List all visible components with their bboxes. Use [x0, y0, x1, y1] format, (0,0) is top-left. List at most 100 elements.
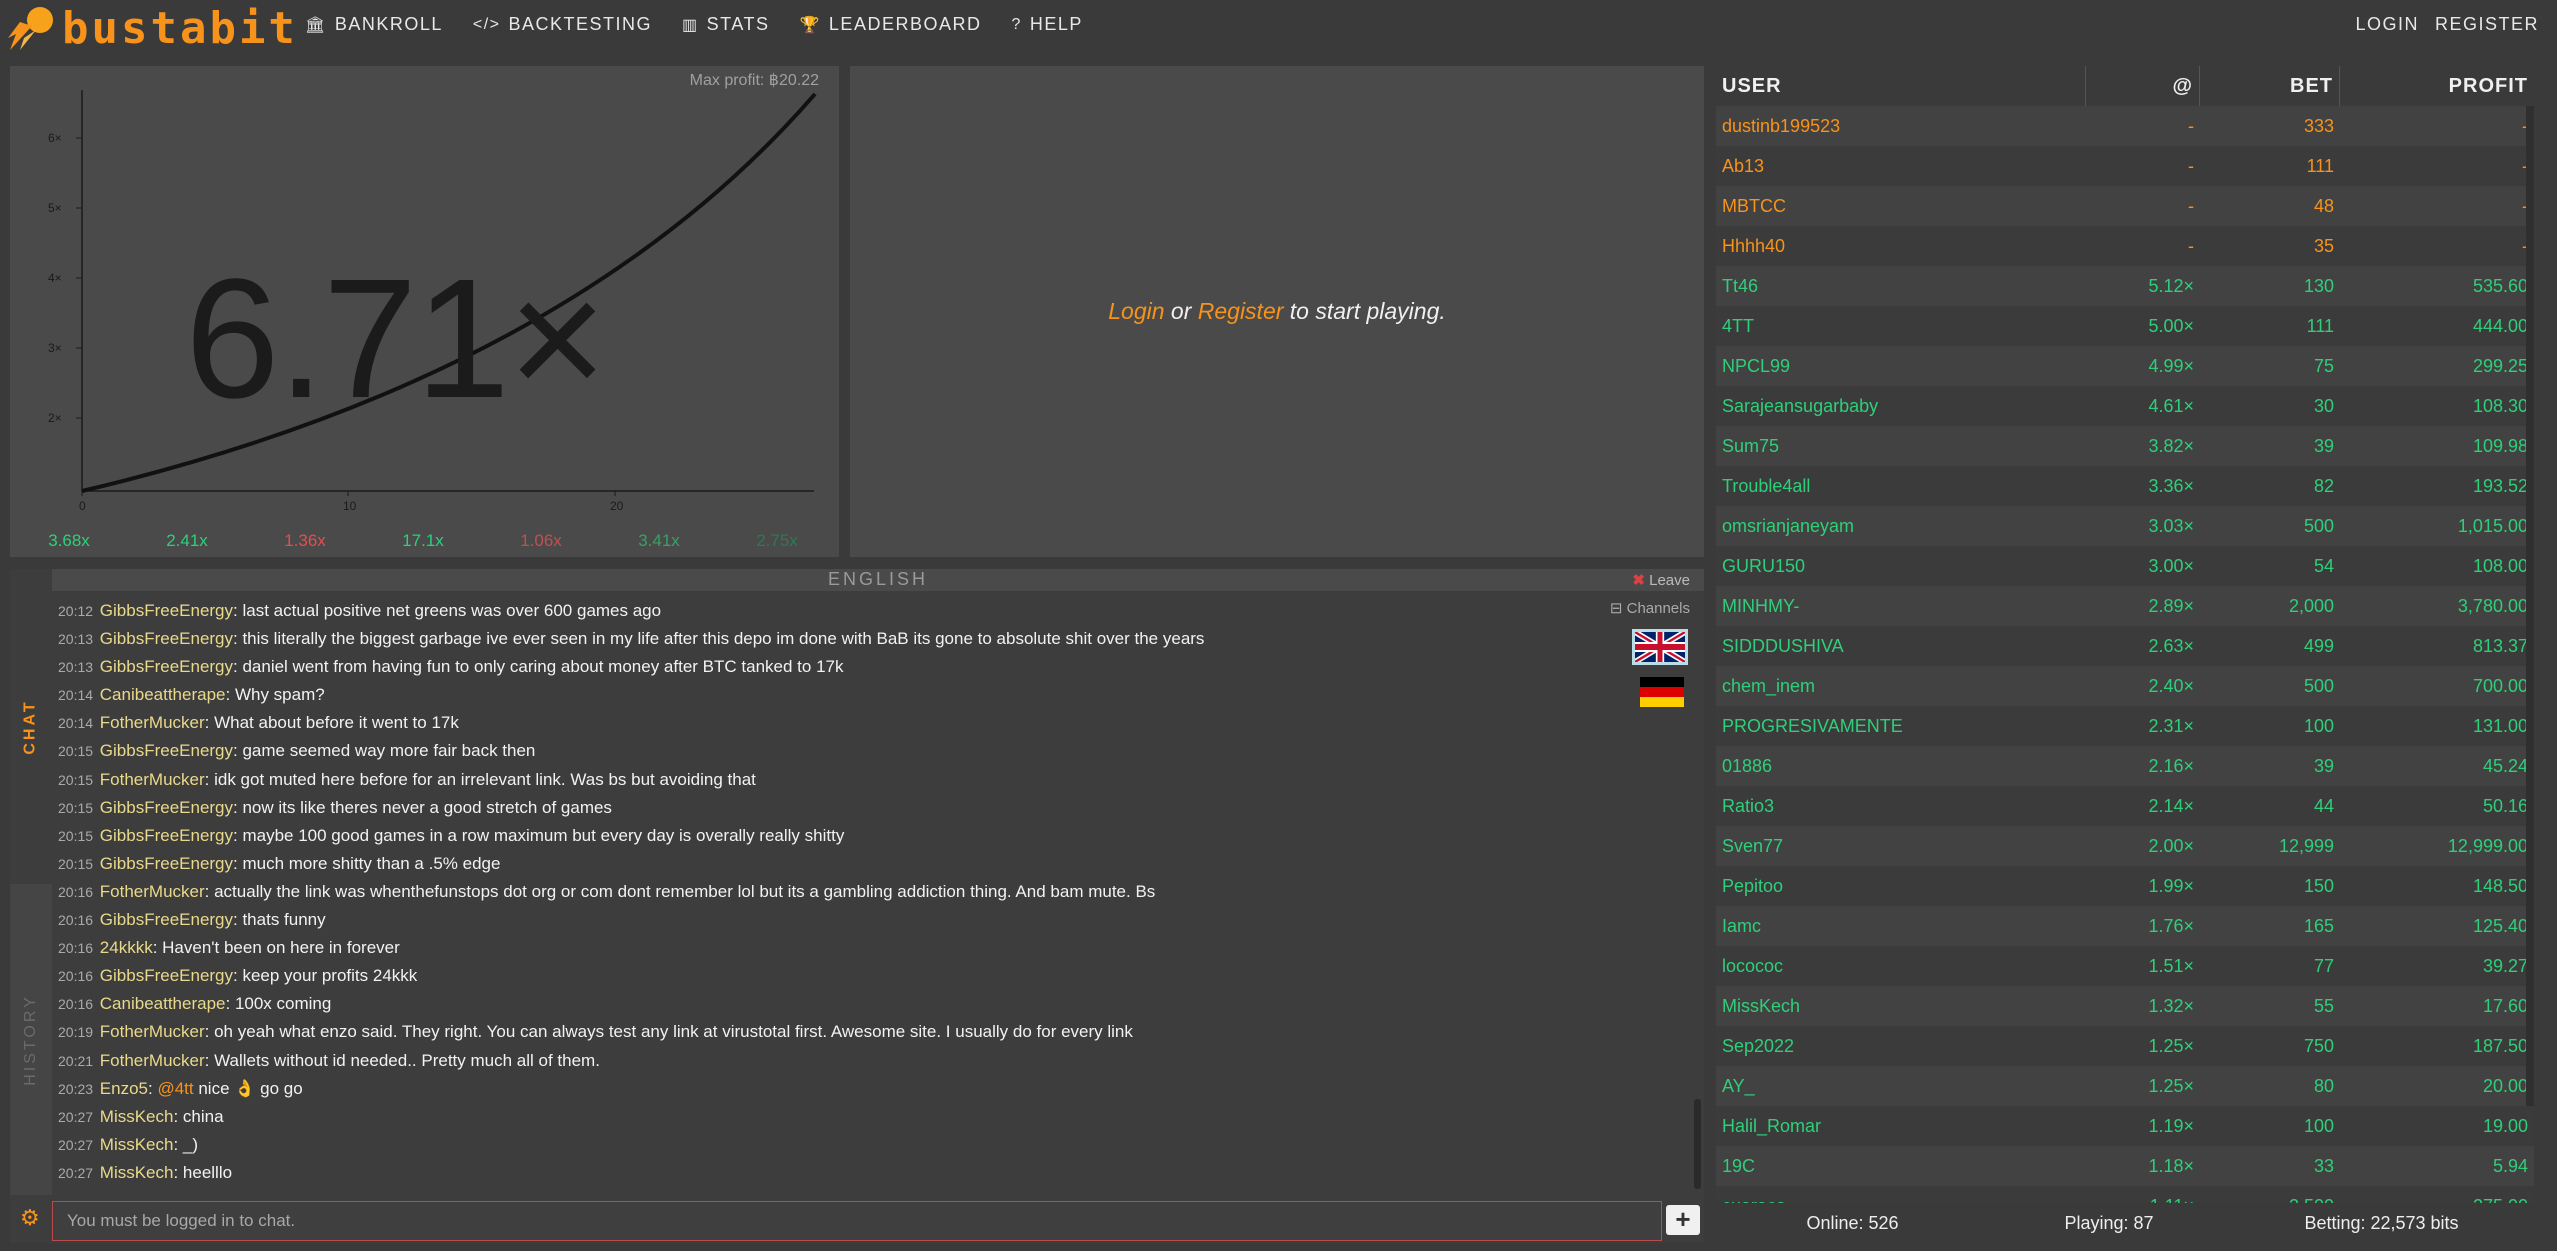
table-row[interactable]: Tt46 5.12× 130 535.60 [1716, 266, 2534, 306]
channels-toggle[interactable]: ⊟ Channels [1610, 599, 1690, 617]
register-link[interactable]: REGISTER [2435, 14, 2539, 35]
history-item[interactable]: 17.1x [364, 531, 482, 551]
table-row[interactable]: Sum75 3.82× 39 109.98 [1716, 426, 2534, 466]
player-name[interactable]: Halil_Romar [1716, 1106, 2086, 1146]
table-row[interactable]: 19C 1.18× 33 5.94 [1716, 1146, 2534, 1186]
table-row[interactable]: Sven77 2.00× 12,999 12,999.00 [1716, 826, 2534, 866]
history-item[interactable]: 3.41x [600, 531, 718, 551]
player-name[interactable]: Sven77 [1716, 826, 2086, 866]
message-username[interactable]: FotherMucker [100, 713, 205, 732]
tab-history[interactable]: HISTORY [10, 884, 52, 1195]
table-row[interactable]: Ratio3 2.14× 44 50.16 [1716, 786, 2534, 826]
player-name[interactable]: Ratio3 [1716, 786, 2086, 826]
player-name[interactable]: omsrianjaneyam [1716, 506, 2086, 546]
message-username[interactable]: GibbsFreeEnergy [100, 854, 233, 873]
message-username[interactable]: Canibeattherape [100, 994, 226, 1013]
player-name[interactable]: Sep2022 [1716, 1026, 2086, 1066]
table-row[interactable]: GURU150 3.00× 54 108.00 [1716, 546, 2534, 586]
col-user[interactable]: USER [1716, 66, 2086, 106]
table-row[interactable]: MINHMY- 2.89× 2,000 3,780.00 [1716, 586, 2534, 626]
table-row[interactable]: Sep2022 1.25× 750 187.50 [1716, 1026, 2534, 1066]
table-row[interactable]: 01886 2.16× 39 45.24 [1716, 746, 2534, 786]
table-row[interactable]: Sarajeansugarbaby 4.61× 30 108.30 [1716, 386, 2534, 426]
col-at[interactable]: @ [2086, 66, 2200, 106]
message-username[interactable]: MissKech [100, 1107, 174, 1126]
table-row[interactable]: Hhhh40 - 35 - [1716, 226, 2534, 266]
nav-backtesting[interactable]: </> BACKTESTING [473, 14, 652, 35]
chat-scrollbar[interactable] [1692, 599, 1702, 1195]
player-name[interactable]: Hhhh40 [1716, 226, 2086, 266]
player-name[interactable]: cuaraca [1716, 1186, 2086, 1203]
message-username[interactable]: GibbsFreeEnergy [100, 657, 233, 676]
history-item[interactable]: 2.41x [128, 531, 246, 551]
germany-flag-icon[interactable] [1640, 677, 1684, 707]
table-row[interactable]: chem_inem 2.40× 500 700.00 [1716, 666, 2534, 706]
player-name[interactable]: 4TT [1716, 306, 2086, 346]
message-username[interactable]: FotherMucker [100, 882, 205, 901]
message-username[interactable]: 24kkkk [100, 938, 153, 957]
message-username[interactable]: GibbsFreeEnergy [100, 966, 233, 985]
player-name[interactable]: Ab13 [1716, 146, 2086, 186]
history-item[interactable]: 1.06x [482, 531, 600, 551]
table-row[interactable]: cuaraca1.11×2,500275.00 [1716, 1186, 2534, 1203]
message-username[interactable]: GibbsFreeEnergy [100, 798, 233, 817]
col-profit[interactable]: PROFIT [2340, 66, 2534, 106]
table-row[interactable]: NPCL99 4.99× 75 299.25 [1716, 346, 2534, 386]
message-username[interactable]: GibbsFreeEnergy [100, 826, 233, 845]
logo[interactable]: bustabit [6, 2, 298, 54]
table-row[interactable]: MBTCC - 48 - [1716, 186, 2534, 226]
nav-stats[interactable]: ▥ STATS [682, 14, 769, 35]
register-link[interactable]: Register [1198, 298, 1284, 324]
player-name[interactable]: 19C [1716, 1146, 2086, 1186]
player-name[interactable]: Trouble4all [1716, 466, 2086, 506]
gear-icon[interactable]: ⚙ [20, 1205, 40, 1231]
nav-help[interactable]: ? HELP [1011, 14, 1082, 35]
player-name[interactable]: 01886 [1716, 746, 2086, 786]
leave-channel-button[interactable]: ✖ Leave [1632, 571, 1690, 589]
nav-bankroll[interactable]: 🏛 BANKROLL [305, 14, 443, 35]
player-name[interactable]: dustinb199523 [1716, 106, 2086, 146]
message-username[interactable]: FotherMucker [100, 770, 205, 789]
message-username[interactable]: GibbsFreeEnergy [100, 601, 233, 620]
uk-flag-icon[interactable] [1632, 629, 1688, 665]
table-row[interactable]: 4TT 5.00× 111 444.00 [1716, 306, 2534, 346]
player-name[interactable]: MINHMY- [1716, 586, 2086, 626]
player-name[interactable]: SIDDDUSHIVA [1716, 626, 2086, 666]
message-username[interactable]: GibbsFreeEnergy [100, 910, 233, 929]
message-username[interactable]: FotherMucker [100, 1051, 205, 1070]
history-item[interactable]: 1.36x [246, 531, 364, 551]
players-scrollbar[interactable] [2526, 106, 2534, 1106]
player-name[interactable]: GURU150 [1716, 546, 2086, 586]
nav-leaderboard[interactable]: 🏆 LEADERBOARD [800, 14, 982, 35]
col-bet[interactable]: BET [2200, 66, 2340, 106]
table-row[interactable]: omsrianjaneyam 3.03× 500 1,015.00 [1716, 506, 2534, 546]
message-username[interactable]: MissKech [100, 1135, 174, 1154]
message-username[interactable]: Canibeattherape [100, 685, 226, 704]
table-row[interactable]: Halil_Romar 1.19× 100 19.00 [1716, 1106, 2534, 1146]
tab-chat[interactable]: CHAT [10, 569, 52, 884]
login-link[interactable]: Login [1108, 298, 1164, 324]
chat-input[interactable] [52, 1201, 1662, 1241]
table-row[interactable]: Ab13 - 111 - [1716, 146, 2534, 186]
table-row[interactable]: locococ 1.51× 77 39.27 [1716, 946, 2534, 986]
player-name[interactable]: Sum75 [1716, 426, 2086, 466]
player-name[interactable]: Tt46 [1716, 266, 2086, 306]
message-username[interactable]: GibbsFreeEnergy [100, 741, 233, 760]
player-name[interactable]: AY_ [1716, 1066, 2086, 1106]
table-row[interactable]: Trouble4all 3.36× 82 193.52 [1716, 466, 2534, 506]
player-name[interactable]: Pepitoo [1716, 866, 2086, 906]
message-mention[interactable]: @4tt [157, 1079, 193, 1098]
history-item[interactable]: 2.75x [718, 531, 836, 551]
table-row[interactable]: MissKech 1.32× 55 17.60 [1716, 986, 2534, 1026]
table-row[interactable]: SIDDDUSHIVA 2.63× 499 813.37 [1716, 626, 2534, 666]
player-name[interactable]: Sarajeansugarbaby [1716, 386, 2086, 426]
login-link[interactable]: LOGIN [2355, 14, 2419, 35]
player-name[interactable]: MissKech [1716, 986, 2086, 1026]
message-username[interactable]: Enzo5 [100, 1079, 148, 1098]
message-username[interactable]: FotherMucker [100, 1022, 205, 1041]
message-username[interactable]: MissKech [100, 1163, 174, 1182]
add-button[interactable]: + [1666, 1205, 1700, 1235]
player-name[interactable]: Iamc [1716, 906, 2086, 946]
player-name[interactable]: locococ [1716, 946, 2086, 986]
table-row[interactable]: PROGRESIVAMENTE 2.31× 100 131.00 [1716, 706, 2534, 746]
